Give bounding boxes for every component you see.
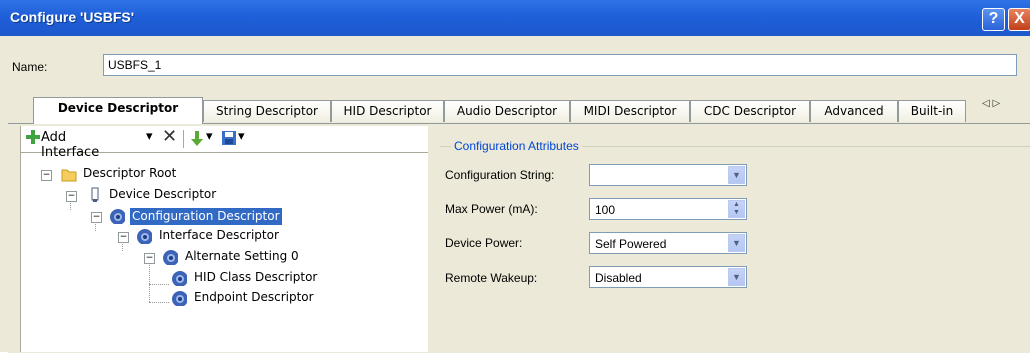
import-dropdown-icon[interactable]: ▾: [206, 129, 213, 144]
configuration-string-dropdown[interactable]: ▼: [589, 164, 747, 186]
tree-line: [149, 302, 169, 303]
tree-label: HID Class Descriptor: [194, 270, 318, 284]
collapse-icon[interactable]: −: [91, 212, 102, 223]
collapse-icon[interactable]: −: [118, 232, 129, 243]
remote-wakeup-value: Disabled: [595, 271, 642, 285]
collapse-icon[interactable]: −: [66, 191, 77, 202]
dialog-client: Name: USBFS_1 Device Descriptor String D…: [0, 36, 1030, 353]
tree-label: Alternate Setting 0: [185, 249, 299, 263]
tree-label: Configuration Descriptor: [130, 208, 282, 225]
toolbar-separator: [183, 130, 184, 148]
group-title: Configuration Attributes: [451, 139, 582, 153]
gear-icon: [172, 291, 187, 306]
gear-icon: [172, 271, 187, 286]
device-power-value: Self Powered: [595, 237, 667, 251]
tree-label: Interface Descriptor: [159, 228, 279, 242]
delete-icon[interactable]: ✕: [162, 126, 177, 147]
device-power-dropdown[interactable]: Self Powered ▼: [589, 232, 747, 254]
save-dropdown-icon[interactable]: ▾: [238, 129, 245, 144]
tab-hid-descriptor[interactable]: HID Descriptor: [331, 100, 444, 122]
window-title: Configure 'USBFS': [10, 9, 135, 25]
name-label: Name:: [12, 60, 48, 74]
configuration-string-label: Configuration String:: [445, 168, 555, 182]
title-bar[interactable]: Configure 'USBFS' ? X: [0, 0, 1030, 36]
tree-label: Endpoint Descriptor: [194, 290, 314, 304]
tab-device-descriptor[interactable]: Device Descriptor: [33, 97, 203, 124]
tab-scroll-arrows[interactable]: ◁ ▷: [982, 98, 1000, 109]
add-interface-dropdown-icon[interactable]: ▾: [146, 129, 153, 144]
collapse-icon[interactable]: −: [144, 253, 155, 264]
import-icon[interactable]: [189, 130, 205, 148]
max-power-spinner[interactable]: 100 ▲ ▼: [589, 198, 747, 220]
name-input[interactable]: USBFS_1: [103, 54, 1017, 76]
folder-icon: [61, 169, 77, 182]
tab-advanced[interactable]: Advanced: [810, 100, 898, 122]
tree-line: [149, 284, 169, 285]
usb-plug-icon: [91, 187, 99, 202]
tab-string-descriptor[interactable]: String Descriptor: [203, 100, 331, 122]
add-interface-label: Add Interface: [41, 130, 100, 160]
gear-icon: [163, 250, 178, 265]
tree-toolbar: Add Interface ▾ ✕ ▾ ▾: [21, 126, 428, 160]
tab-midi-descriptor[interactable]: MIDI Descriptor: [570, 100, 690, 122]
chevron-down-icon[interactable]: ▼: [728, 268, 745, 286]
plus-icon: [26, 130, 40, 144]
chevron-down-icon[interactable]: ▼: [728, 166, 745, 184]
tree-label: Descriptor Root: [83, 166, 177, 180]
remote-wakeup-dropdown[interactable]: Disabled ▼: [589, 266, 747, 288]
max-power-value: 100: [595, 203, 616, 217]
help-button[interactable]: ?: [982, 8, 1005, 31]
tab-built-in[interactable]: Built-in: [898, 100, 966, 122]
save-icon[interactable]: [221, 130, 237, 146]
gear-icon: [110, 209, 125, 224]
device-power-label: Device Power:: [445, 236, 523, 250]
descriptor-tree-pane: Add Interface ▾ ✕ ▾ ▾ − Descriptor Root …: [20, 126, 429, 352]
remote-wakeup-label: Remote Wakeup:: [445, 271, 538, 285]
chevron-down-icon[interactable]: ▼: [728, 234, 745, 252]
tree-label: Device Descriptor: [109, 187, 217, 201]
tab-audio-descriptor[interactable]: Audio Descriptor: [444, 100, 570, 122]
configure-dialog: Configure 'USBFS' ? X Name: USBFS_1 Devi…: [0, 0, 1030, 353]
tab-cdc-descriptor[interactable]: CDC Descriptor: [690, 100, 810, 122]
gear-icon: [137, 229, 152, 244]
spinner-arrows-icon[interactable]: ▲ ▼: [728, 200, 745, 218]
close-button[interactable]: X: [1008, 8, 1030, 31]
max-power-label: Max Power (mA):: [445, 202, 538, 216]
collapse-icon[interactable]: −: [41, 170, 52, 181]
